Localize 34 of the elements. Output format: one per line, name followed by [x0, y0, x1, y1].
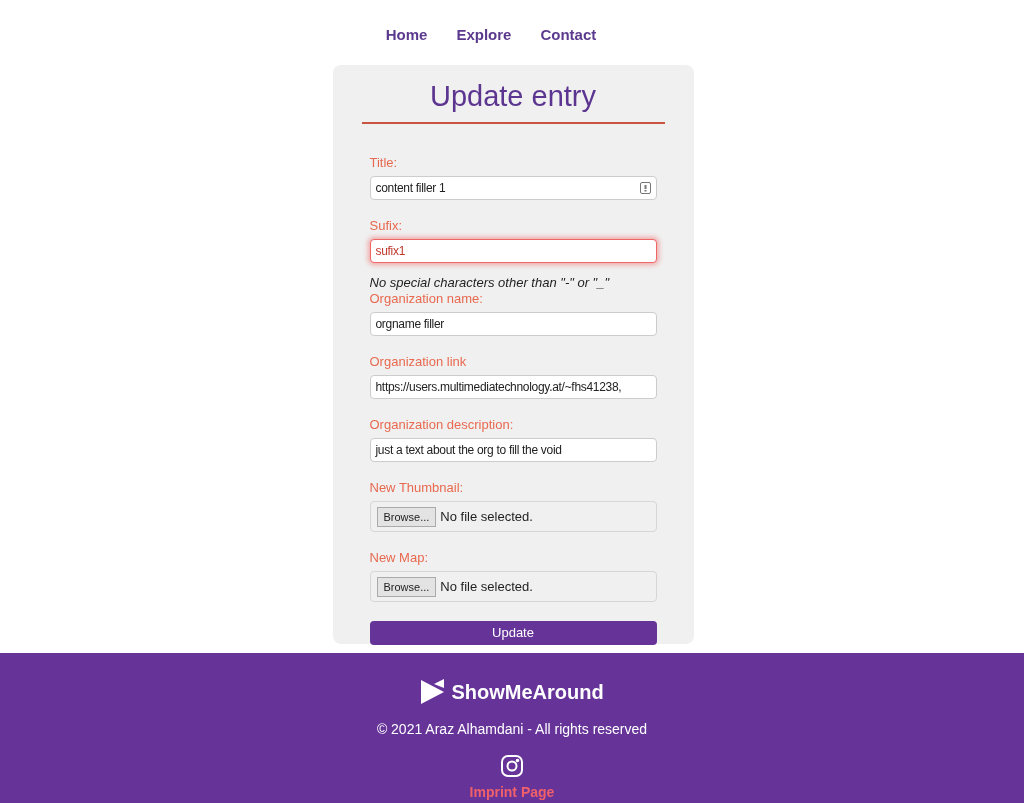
field-label: Sufix: — [369, 218, 403, 234]
instagram-icon[interactable] — [500, 754, 524, 778]
field-label: New Thumbnail: — [369, 480, 465, 496]
field-label: Organization name: — [369, 291, 484, 307]
browse-button[interactable]: Browse... — [376, 506, 437, 527]
field-label: Title: — [369, 155, 399, 171]
file-status: No file selected. — [440, 577, 533, 596]
input-value: content filler 1 — [375, 180, 446, 197]
file-input[interactable]: Browse... No file selected. — [369, 571, 657, 602]
text-input[interactable]: https://users.multimediatechnology.at/~fhs41238, — [369, 375, 657, 399]
nav-link[interactable]: Home — [385, 24, 428, 44]
logo-icon — [420, 678, 447, 706]
file-status: No file selected. — [440, 507, 533, 526]
update-button[interactable]: Update — [369, 620, 657, 645]
file-input[interactable]: Browse... No file selected. — [369, 501, 657, 532]
input-value: orgname filler — [375, 316, 444, 333]
brand-name: ShowMeAround — [451, 680, 604, 705]
text-input[interactable]: orgname filler — [369, 312, 657, 336]
text-input[interactable]: sufix1 — [369, 239, 657, 263]
autofill-icon[interactable] — [639, 182, 651, 194]
nav-link[interactable]: Explore — [456, 24, 512, 44]
field-label: Organization link — [369, 354, 468, 370]
text-input[interactable]: just a text about the org to fill the void — [369, 438, 657, 462]
field-label: New Map: — [369, 550, 430, 566]
hint-text: No special characters other than "-" or "_" — [369, 275, 611, 291]
input-value: https://users.multimediatechnology.at/~fhs41238, — [375, 379, 622, 396]
nav-link[interactable]: Contact — [540, 24, 597, 44]
field-label: Organization description: — [369, 417, 515, 433]
browse-button[interactable]: Browse... — [376, 576, 437, 597]
input-value: just a text about the org to fill the void — [375, 442, 562, 459]
copyright-text: © 2021 Araz Alhamdani - All rights reserved — [376, 720, 648, 739]
text-input[interactable]: content filler 1 — [369, 176, 657, 200]
form-title: Update entry — [361, 79, 665, 124]
input-value: sufix1 — [375, 243, 406, 260]
